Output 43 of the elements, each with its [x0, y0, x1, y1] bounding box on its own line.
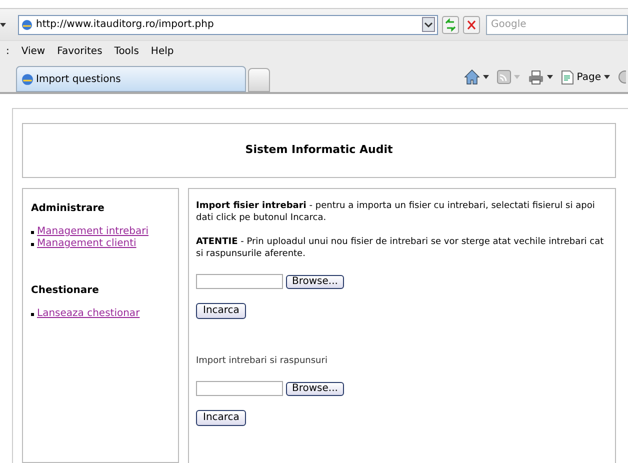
sidebar-heading: Administrare [31, 202, 106, 216]
globe-icon [21, 18, 33, 30]
menu-item[interactable]: Help [150, 44, 174, 59]
page-icon [560, 70, 574, 84]
menu-item[interactable]: Tools [114, 44, 139, 59]
warning-text: ATENTIE - Prin uploadul unui nou fisier de intrebari se vor sterge atat vechile intrebari cat si raspunsurile aferente. [196, 236, 605, 260]
home-icon [464, 69, 480, 85]
caret-icon [604, 75, 610, 79]
caret-icon [546, 75, 553, 79]
sidebar-heading: Chestionare [31, 284, 100, 298]
menu-item[interactable]: Favorites [57, 44, 102, 59]
sidebar-link[interactable]: Lanseaza chestionar [37, 308, 140, 320]
address-field[interactable]: http://www.itauditorg.ro/import.php [18, 14, 438, 34]
refresh-icon[interactable] [442, 16, 459, 34]
sidebar-link[interactable]: Management clienti [37, 238, 136, 250]
bullet-icon [31, 312, 34, 316]
browser-tab[interactable]: Import questions [16, 66, 246, 92]
menu-item[interactable]: View [21, 44, 46, 59]
file-field[interactable] [196, 274, 283, 289]
site-title: Sistem Informatic Audit [245, 142, 393, 158]
browser-tab[interactable] [248, 68, 270, 92]
close-icon[interactable] [463, 16, 480, 34]
bullet-icon [31, 230, 34, 234]
globe-icon [21, 72, 34, 86]
browse-button[interactable]: Browse... [286, 382, 344, 396]
url-text: http://www.itauditorg.ro/import.php [36, 18, 215, 32]
bullet-icon [31, 242, 34, 246]
intro-text: Import fisier intrebari - pentru a importa un fisier cu intrebari, selectati fisierul si apoi dati click pe butonul Incarca. [196, 200, 596, 224]
caret-icon [514, 75, 520, 79]
browse-button[interactable]: Browse... [286, 274, 344, 288]
printer-icon [528, 70, 544, 84]
file-field[interactable] [196, 381, 283, 396]
menu-item[interactable]: : [6, 44, 10, 59]
caret-icon [482, 75, 489, 79]
upload-button[interactable]: Incarca [196, 410, 246, 426]
dropdown-icon[interactable] [422, 17, 435, 32]
caret-icon [0, 22, 6, 26]
feed-icon [496, 70, 511, 84]
page-menu-label[interactable]: Page [576, 70, 601, 84]
search-field[interactable]: Google [486, 14, 628, 34]
sidebar-link[interactable]: Management intrebari [37, 226, 148, 238]
intro-text: Import intrebari si raspunsuri [196, 355, 328, 367]
upload-button[interactable]: Incarca [196, 303, 246, 319]
